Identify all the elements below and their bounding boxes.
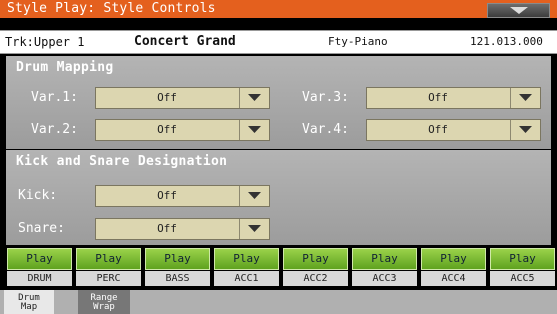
var2-dropdown[interactable]: Off [95, 119, 270, 141]
chevron-down-icon [248, 192, 261, 199]
kick-snare-panel: Kick and Snare Designation Kick: Off Sna… [6, 150, 551, 245]
kick-value: Off [157, 189, 177, 202]
sound-name: Concert Grand [134, 34, 236, 49]
part-perc-play-button[interactable]: Play [76, 248, 141, 270]
menu-arrow-icon [510, 7, 528, 14]
part-acc4-label: ACC4 [421, 271, 486, 286]
tab-range-wrap[interactable]: Range Wrap [78, 290, 130, 314]
part-bass: Play BASS [145, 248, 210, 286]
chevron-down-icon [248, 94, 261, 101]
part-acc3: Play ACC3 [352, 248, 417, 286]
part-acc5-play-button[interactable]: Play [490, 248, 555, 270]
style-parts-row: Play DRUM Play PERC Play BASS Play ACC1 … [0, 246, 557, 290]
var4-label: Var.4: [302, 122, 349, 137]
var1-label: Var.1: [31, 90, 78, 105]
part-drum: Play DRUM [7, 248, 72, 286]
chevron-down-icon [248, 225, 261, 232]
part-acc5: Play ACC5 [490, 248, 555, 286]
part-bass-play-button[interactable]: Play [145, 248, 210, 270]
part-acc5-label: ACC5 [490, 271, 555, 286]
part-acc3-play-button[interactable]: Play [352, 248, 417, 270]
snare-dropdown[interactable]: Off [95, 218, 270, 240]
part-acc3-label: ACC3 [352, 271, 417, 286]
part-acc1-play-button[interactable]: Play [214, 248, 279, 270]
drum-mapping-panel: Drum Mapping Var.1: Off Var.2: Off Var.3… [6, 56, 551, 149]
sound-bank: Fty-Piano [328, 35, 388, 48]
page-menu-button[interactable] [487, 3, 550, 18]
snare-value: Off [157, 222, 177, 235]
part-acc2-label: ACC2 [283, 271, 348, 286]
drum-mapping-heading: Drum Mapping [16, 60, 114, 75]
var1-value: Off [157, 91, 177, 104]
var1-dropdown[interactable]: Off [95, 87, 270, 109]
chevron-down-icon [519, 126, 532, 133]
var3-value: Off [428, 91, 448, 104]
var2-label: Var.2: [31, 122, 78, 137]
part-perc: Play PERC [76, 248, 141, 286]
part-acc4-play-button[interactable]: Play [421, 248, 486, 270]
kick-snare-heading: Kick and Snare Designation [16, 154, 228, 169]
tab-drum-map[interactable]: Drum Map [4, 290, 54, 314]
var4-dropdown[interactable]: Off [366, 119, 541, 141]
part-acc2: Play ACC2 [283, 248, 348, 286]
chevron-down-icon [248, 126, 261, 133]
chevron-down-icon [519, 94, 532, 101]
part-drum-label: DRUM [7, 271, 72, 286]
part-drum-play-button[interactable]: Play [7, 248, 72, 270]
var3-label: Var.3: [302, 90, 349, 105]
page-tabs: Drum Map Range Wrap [0, 290, 557, 314]
title-bar: Style Play: Style Controls [0, 0, 557, 18]
program-change: 121.013.000 [470, 35, 543, 48]
page-title: Style Play: Style Controls [7, 1, 216, 16]
part-acc1: Play ACC1 [214, 248, 279, 286]
track-name: Trk:Upper 1 [5, 35, 85, 49]
part-acc4: Play ACC4 [421, 248, 486, 286]
snare-label: Snare: [18, 221, 65, 236]
var4-value: Off [428, 123, 448, 136]
part-perc-label: PERC [76, 271, 141, 286]
track-info-bar[interactable]: Trk:Upper 1 Concert Grand Fty-Piano 121.… [0, 30, 557, 54]
part-acc2-play-button[interactable]: Play [283, 248, 348, 270]
var2-value: Off [157, 123, 177, 136]
var3-dropdown[interactable]: Off [366, 87, 541, 109]
kick-label: Kick: [18, 188, 58, 203]
part-acc1-label: ACC1 [214, 271, 279, 286]
part-bass-label: BASS [145, 271, 210, 286]
kick-dropdown[interactable]: Off [95, 185, 270, 207]
